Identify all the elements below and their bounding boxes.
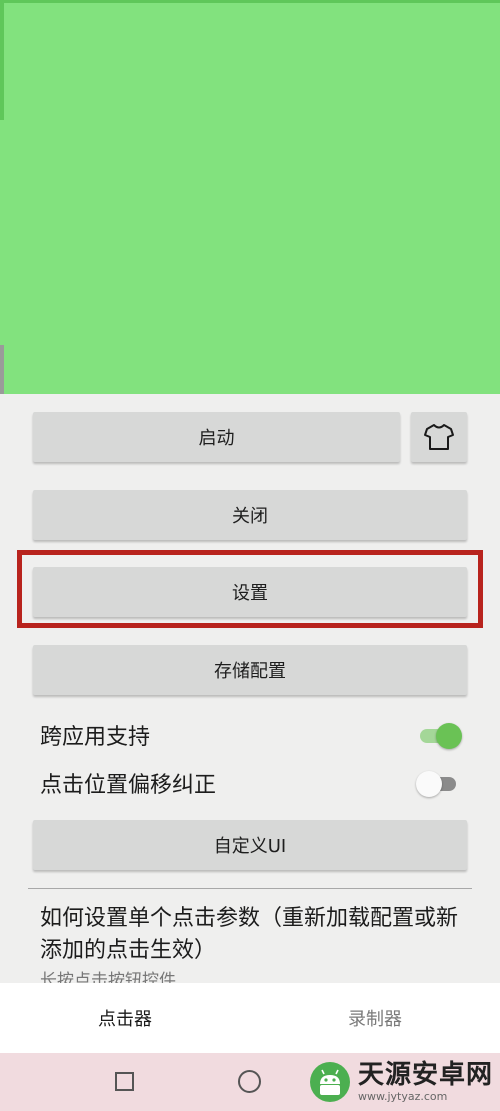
android-logo-icon	[310, 1062, 350, 1102]
header-area	[0, 0, 500, 394]
watermark-title: 天源安卓网	[358, 1060, 494, 1090]
settings-button[interactable]: 设置	[33, 567, 467, 617]
header-left-edge	[0, 0, 4, 120]
circle-icon[interactable]	[238, 1070, 261, 1093]
offset-correction-toggle[interactable]	[416, 769, 460, 797]
close-button[interactable]: 关闭	[33, 490, 467, 540]
tab-recorder[interactable]: 录制器	[250, 983, 500, 1053]
divider	[28, 888, 472, 889]
bottom-tab-bar: 点击器 录制器	[0, 983, 500, 1053]
header-left-edge-lower	[0, 345, 4, 394]
offset-correction-label: 点击位置偏移纠正	[40, 773, 217, 798]
offset-correction-setting: 点击位置偏移纠正	[40, 763, 460, 803]
toggle-thumb	[436, 723, 462, 749]
header-top-edge	[0, 0, 500, 3]
cross-app-setting: 跨应用支持	[40, 715, 462, 755]
watermark: 天源安卓网 www.jytyaz.com	[300, 1053, 500, 1111]
help-title: 如何设置单个点击参数（重新加载配置或新添加的点击生效）	[40, 906, 459, 963]
tshirt-icon	[424, 424, 454, 450]
save-config-button[interactable]: 存储配置	[33, 645, 467, 695]
start-button[interactable]: 启动	[33, 412, 400, 462]
watermark-text: 天源安卓网 www.jytyaz.com	[358, 1062, 493, 1102]
cross-app-label: 跨应用支持	[40, 725, 151, 750]
custom-ui-button[interactable]: 自定义UI	[33, 820, 467, 870]
square-icon[interactable]	[115, 1072, 134, 1091]
tab-clicker[interactable]: 点击器	[0, 983, 250, 1053]
watermark-url: www.jytyaz.com	[358, 1090, 448, 1103]
skin-button[interactable]	[411, 412, 467, 462]
toggle-thumb	[416, 771, 442, 797]
cross-app-toggle[interactable]	[418, 721, 462, 749]
